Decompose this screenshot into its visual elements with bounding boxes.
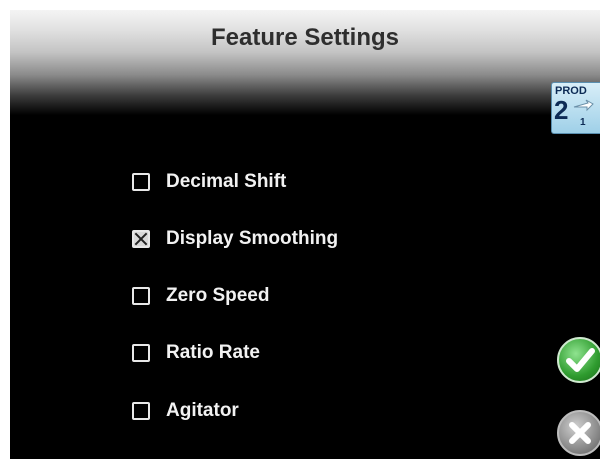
option-label: Agitator: [166, 400, 239, 421]
product-selector[interactable]: PROD 2 1: [551, 82, 600, 134]
product-arrow-icon: [573, 99, 594, 112]
accept-button[interactable]: [557, 337, 600, 383]
option-label: Zero Speed: [166, 285, 270, 306]
option-decimal-shift[interactable]: Decimal Shift: [132, 167, 452, 197]
checkmark-icon: [566, 348, 595, 372]
page-title: Feature Settings: [210, 24, 400, 51]
ratio-rate-checkbox[interactable]: [132, 344, 150, 362]
x-icon: [569, 422, 591, 444]
decimal-shift-checkbox[interactable]: [132, 173, 150, 191]
option-label: Ratio Rate: [166, 342, 260, 363]
option-display-smoothing[interactable]: Display Smoothing: [132, 224, 452, 254]
cancel-button[interactable]: [557, 410, 600, 456]
product-number: 2: [554, 95, 569, 125]
zero-speed-checkbox[interactable]: [132, 287, 150, 305]
option-ratio-rate[interactable]: Ratio Rate: [132, 338, 452, 368]
header-bar: Feature Settings: [10, 10, 600, 115]
option-agitator[interactable]: Agitator: [132, 396, 452, 426]
settings-screen: Feature Settings PROD 2 1 Decimal Shift …: [10, 10, 600, 459]
option-label: Display Smoothing: [166, 228, 339, 249]
agitator-checkbox[interactable]: [132, 402, 150, 420]
option-label: Decimal Shift: [166, 171, 287, 192]
product-sub-number: 1: [580, 117, 586, 128]
display-smoothing-checkbox[interactable]: [132, 230, 150, 248]
option-zero-speed[interactable]: Zero Speed: [132, 281, 452, 311]
